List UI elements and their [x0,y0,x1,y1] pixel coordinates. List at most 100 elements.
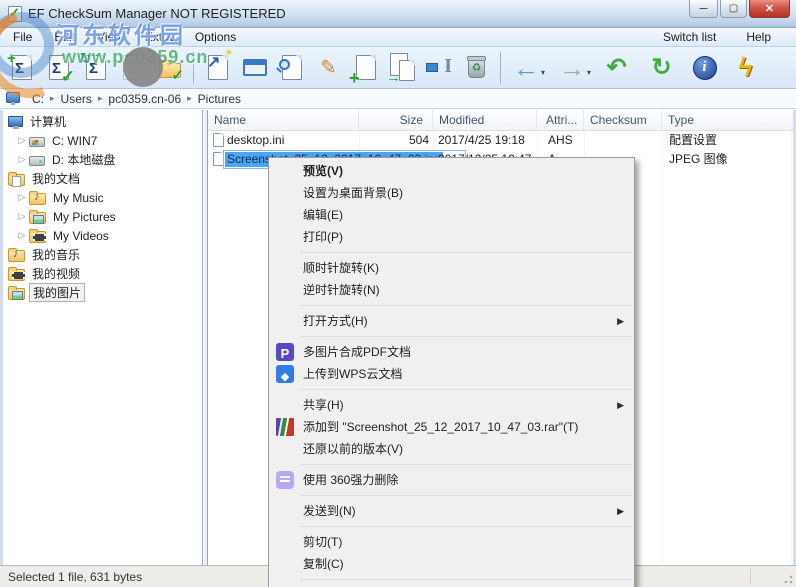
menu-item-send-to[interactable]: 发送到(N) ▶ [269,500,634,522]
app-window: EF CheckSum Manager NOT REGISTERED File … [0,0,796,587]
menu-extra[interactable]: Extra [134,28,184,47]
menu-view[interactable]: View [86,28,134,47]
pdf-compose-icon [276,343,294,361]
edit-button[interactable]: ✎ [310,49,347,87]
tree-item-my-videos-en[interactable]: ▷ My Videos [3,226,202,245]
open-target-button[interactable]: ↗ ✶ [199,48,236,87]
maximize-button[interactable] [720,0,747,18]
tree-item-my-pictures[interactable]: 我的图片 [3,283,202,302]
tree-item-my-documents[interactable]: 我的文档 [3,169,202,188]
tree-item-computer[interactable]: 计算机 [3,112,202,131]
forward-button[interactable]: → ▾ [552,49,598,87]
menu-item-wps-upload[interactable]: 上传到WPS云文档 [269,363,634,385]
tree-item-drive-d[interactable]: ▷ D: 本地磁盘 [3,150,202,169]
file-checksum [589,131,659,150]
file-type: 配置设置 [669,133,718,147]
menu-item-360-delete[interactable]: 使用 360强力删除 [269,469,634,491]
verify-checksum-button[interactable]: Σ ✓ [40,49,77,87]
list-header: Name Size Modified Attri... Checksum Typ… [208,110,793,131]
menu-item-set-wallpaper[interactable]: 设置为桌面背景(B) [269,182,634,204]
refresh-button[interactable]: ↻ [643,49,680,87]
window-title: EF CheckSum Manager NOT REGISTERED [28,6,286,21]
breadcrumb-segment[interactable]: pc0359.cn-06 [104,92,185,106]
column-header-modified[interactable]: Modified [433,110,537,131]
file-modified: 2017/4/25 19:18 [438,133,525,147]
menu-item-copy[interactable]: 复制(C) [269,553,634,575]
menu-item-rotate-cw[interactable]: 顺时针旋转(K) [269,257,634,279]
close-button[interactable] [749,0,790,18]
search-button[interactable] [273,49,310,87]
folder-tree: 计算机 ▷C: WIN7 ▷D: 本地磁盘 我的文档 ▷My Music ▷My… [3,110,203,565]
context-menu: 预览(V) 设置为桌面背景(B) 编辑(E) 打印(P) 顺时针旋转(K) 逆时… [268,157,635,587]
menu-item-edit[interactable]: 编辑(E) [269,204,634,226]
menu-item-open-with[interactable]: 打开方式(H) ▶ [269,310,634,332]
column-header-name[interactable]: Name [208,110,359,131]
tree-item-drive-c[interactable]: ▷ C: WIN7 [3,131,202,150]
delete-button[interactable]: ♻ [458,49,495,87]
window-list-button[interactable] [236,49,273,87]
file-attributes: AHS [548,133,573,147]
info-button[interactable]: i [686,49,723,87]
rename-button[interactable]: I [421,49,458,87]
menu-item-share[interactable]: 共享(H) ▶ [269,394,634,416]
menu-switch-list[interactable]: Switch list [652,28,727,47]
expand-icon[interactable]: ▷ [17,230,27,241]
refresh-icon: ↻ [651,53,672,81]
menu-separator [300,336,632,337]
maximize-icon [729,3,738,14]
menu-item-cut[interactable]: 剪切(T) [269,531,634,553]
minimize-icon [700,3,708,14]
back-dropdown-icon[interactable]: ▾ [541,68,545,77]
tree-item-my-music[interactable]: 我的音乐 [3,245,202,264]
copy-file-button[interactable]: → [384,49,421,87]
menu-item-pdf-compose[interactable]: 多图片合成PDF文档 [269,341,634,363]
menu-separator [300,579,632,580]
column-header-size[interactable]: Size [359,110,433,131]
add-file-button[interactable]: + [347,49,384,87]
menu-help[interactable]: Help [735,28,782,47]
menu-item-restore-versions[interactable]: 还原以前的版本(V) [269,438,634,460]
options-flash-button[interactable]: ϟ [727,49,764,87]
check-folder-button[interactable]: ✓ [151,49,188,87]
breadcrumb-segment[interactable]: Pictures [194,92,245,106]
breadcrumb-segment[interactable]: Users [57,92,96,106]
file-name: desktop.ini [227,133,285,147]
recycle-bin-icon: ♻ [467,55,486,78]
file-type: JPEG 图像 [669,152,728,166]
resize-grip-icon[interactable] [783,574,793,584]
menu-file[interactable]: File [2,28,43,47]
column-header-type[interactable]: Type [662,110,793,131]
menu-item-print[interactable]: 打印(P) [269,226,634,248]
menu-edit[interactable]: Edit [43,28,86,47]
menu-item-add-to-rar[interactable]: 添加到 "Screenshot_25_12_2017_10_47_03.rar"… [269,416,634,438]
expand-icon[interactable]: ▷ [17,192,27,203]
expand-icon[interactable]: ▷ [17,154,27,165]
info-icon: i [692,55,717,80]
undo-button[interactable]: ↶ [598,49,635,87]
minimize-button[interactable] [689,0,718,18]
tree-item-my-videos[interactable]: 我的视频 [3,264,202,283]
back-button[interactable]: ← ▾ [506,49,552,87]
update-checksum-button[interactable]: Σ ↻ [77,49,114,87]
menu-item-preview[interactable]: 预览(V) [269,160,634,182]
videos-folder-icon [29,229,46,243]
hidden-button[interactable] [114,49,151,87]
menu-options[interactable]: Options [184,28,247,47]
toolbar-separator [500,51,501,84]
menu-separator [300,389,632,390]
breadcrumb-segment[interactable]: C: [28,92,48,106]
documents-folder-icon [8,172,25,187]
drive-icon [29,155,45,166]
expand-icon[interactable]: ▷ [17,211,27,222]
column-header-attributes[interactable]: Attri... [537,110,584,131]
edit-icon: ✎ [320,57,337,79]
tree-item-my-pictures-en[interactable]: ▷ My Pictures [3,207,202,226]
file-row-desktop-ini[interactable]: desktop.ini 504 2017/4/25 19:18 AHS 配置设置 [208,131,793,150]
forward-dropdown-icon[interactable]: ▾ [587,68,591,77]
menu-item-rotate-ccw[interactable]: 逆时针旋转(N) [269,279,634,301]
new-checksum-button[interactable]: Σ + [3,49,40,87]
expand-icon[interactable]: ▷ [17,135,27,146]
column-header-checksum[interactable]: Checksum [584,110,662,131]
menu-separator [300,526,632,527]
tree-item-my-music-en[interactable]: ▷My Music [3,188,202,207]
